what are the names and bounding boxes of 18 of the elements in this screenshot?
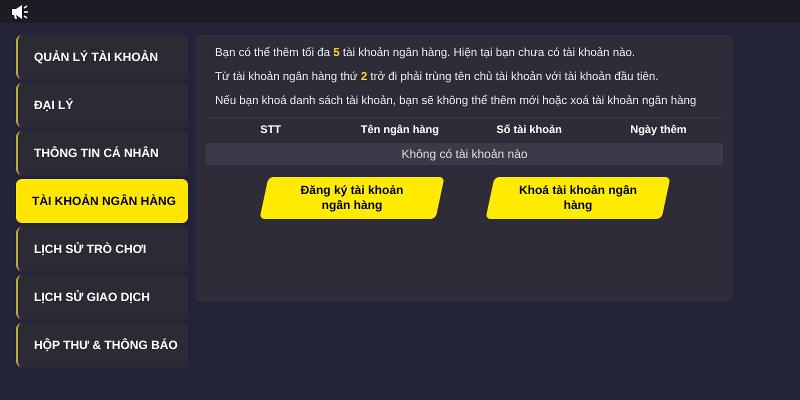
sidebar-item[interactable]: TÀI KHOẢN NGÂN HÀNG xyxy=(16,179,188,223)
sidebar-item[interactable]: LỊCH SỬ TRÒ CHƠI xyxy=(16,227,188,271)
sidebar-item[interactable]: QUẢN LÝ TÀI KHOẢN xyxy=(16,35,188,79)
column-header: STT xyxy=(259,123,282,138)
sidebar-item[interactable]: THÔNG TIN CÁ NHÂN xyxy=(16,131,188,175)
sidebar-item[interactable]: LỊCH SỬ GIAO DỊCH xyxy=(16,275,188,319)
column-header: Ngày thêm xyxy=(629,123,688,138)
column-header: Tên ngân hàng xyxy=(360,123,440,138)
info-text: Bạn có thể thêm tối đa 5 tài khoản ngân hàng. Hiện tại bạn chưa có tài khoản nào. xyxy=(215,46,636,61)
column-header: Số tài khoản xyxy=(495,123,563,138)
sidebar-item[interactable]: ĐẠI LÝ xyxy=(16,83,188,127)
action-button[interactable]: Đăng ký tài khoản ngân hàng xyxy=(259,177,444,219)
info-text: Nếu bạn khoá danh sách tài khoản, bạn sẽ không thể thêm mới hoặc xoá tài khoản ngân hàng xyxy=(215,94,698,109)
action-button[interactable]: Khoá tài khoản ngân hàng xyxy=(485,177,670,219)
info-text: Từ tài khoản ngân hàng thứ 2 trở đi phải trùng tên chủ tài khoản với tài khoản đầu tiên. xyxy=(215,70,660,85)
sidebar-item[interactable]: HỘP THƯ & THÔNG BÁO xyxy=(16,323,188,367)
megaphone-icon[interactable] xyxy=(11,4,29,18)
empty-message: Không có tài khoản nào xyxy=(401,146,528,163)
